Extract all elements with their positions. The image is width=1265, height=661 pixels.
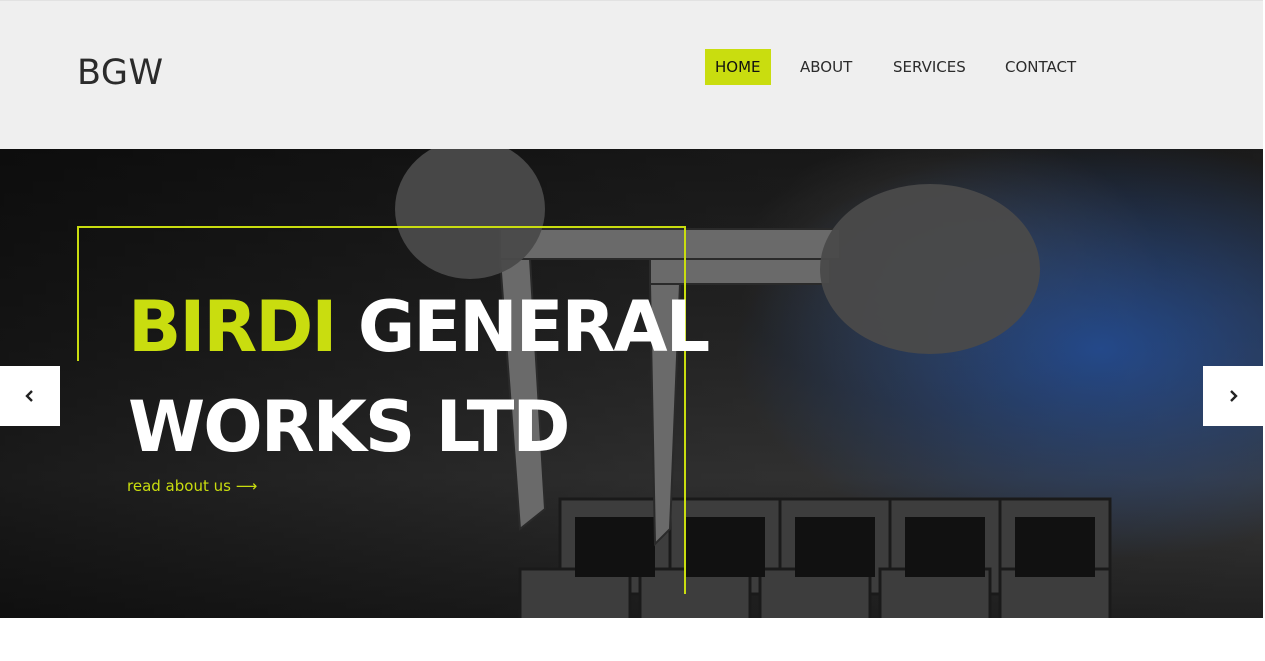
page: BGW HOME ABOUT SERVICES CONTACT BIRDI GE…	[0, 0, 1265, 661]
site-logo[interactable]: BGW	[77, 53, 164, 93]
arrow-right-icon: ⟶	[235, 477, 258, 495]
nav-item-contact[interactable]: CONTACT	[1005, 49, 1076, 85]
chevron-left-icon	[25, 390, 33, 402]
hero-headline: BIRDI GENERAL WORKS LTD	[128, 277, 788, 477]
hero-slider: BIRDI GENERAL WORKS LTD read about us ⟶	[0, 149, 1263, 618]
read-about-us-link[interactable]: read about us ⟶	[127, 477, 257, 495]
nav-item-home[interactable]: HOME	[705, 49, 771, 85]
nav-item-services[interactable]: SERVICES	[893, 49, 966, 85]
read-about-us-label: read about us	[127, 477, 231, 495]
slider-prev-button[interactable]	[0, 366, 60, 426]
headline-accent: BIRDI	[128, 286, 337, 368]
headline-frame-top	[77, 226, 686, 228]
chevron-right-icon	[1230, 390, 1238, 402]
nav-item-about[interactable]: ABOUT	[800, 49, 852, 85]
site-header: BGW HOME ABOUT SERVICES CONTACT	[0, 0, 1263, 149]
headline-frame-left	[77, 226, 79, 361]
slider-next-button[interactable]	[1203, 366, 1263, 426]
